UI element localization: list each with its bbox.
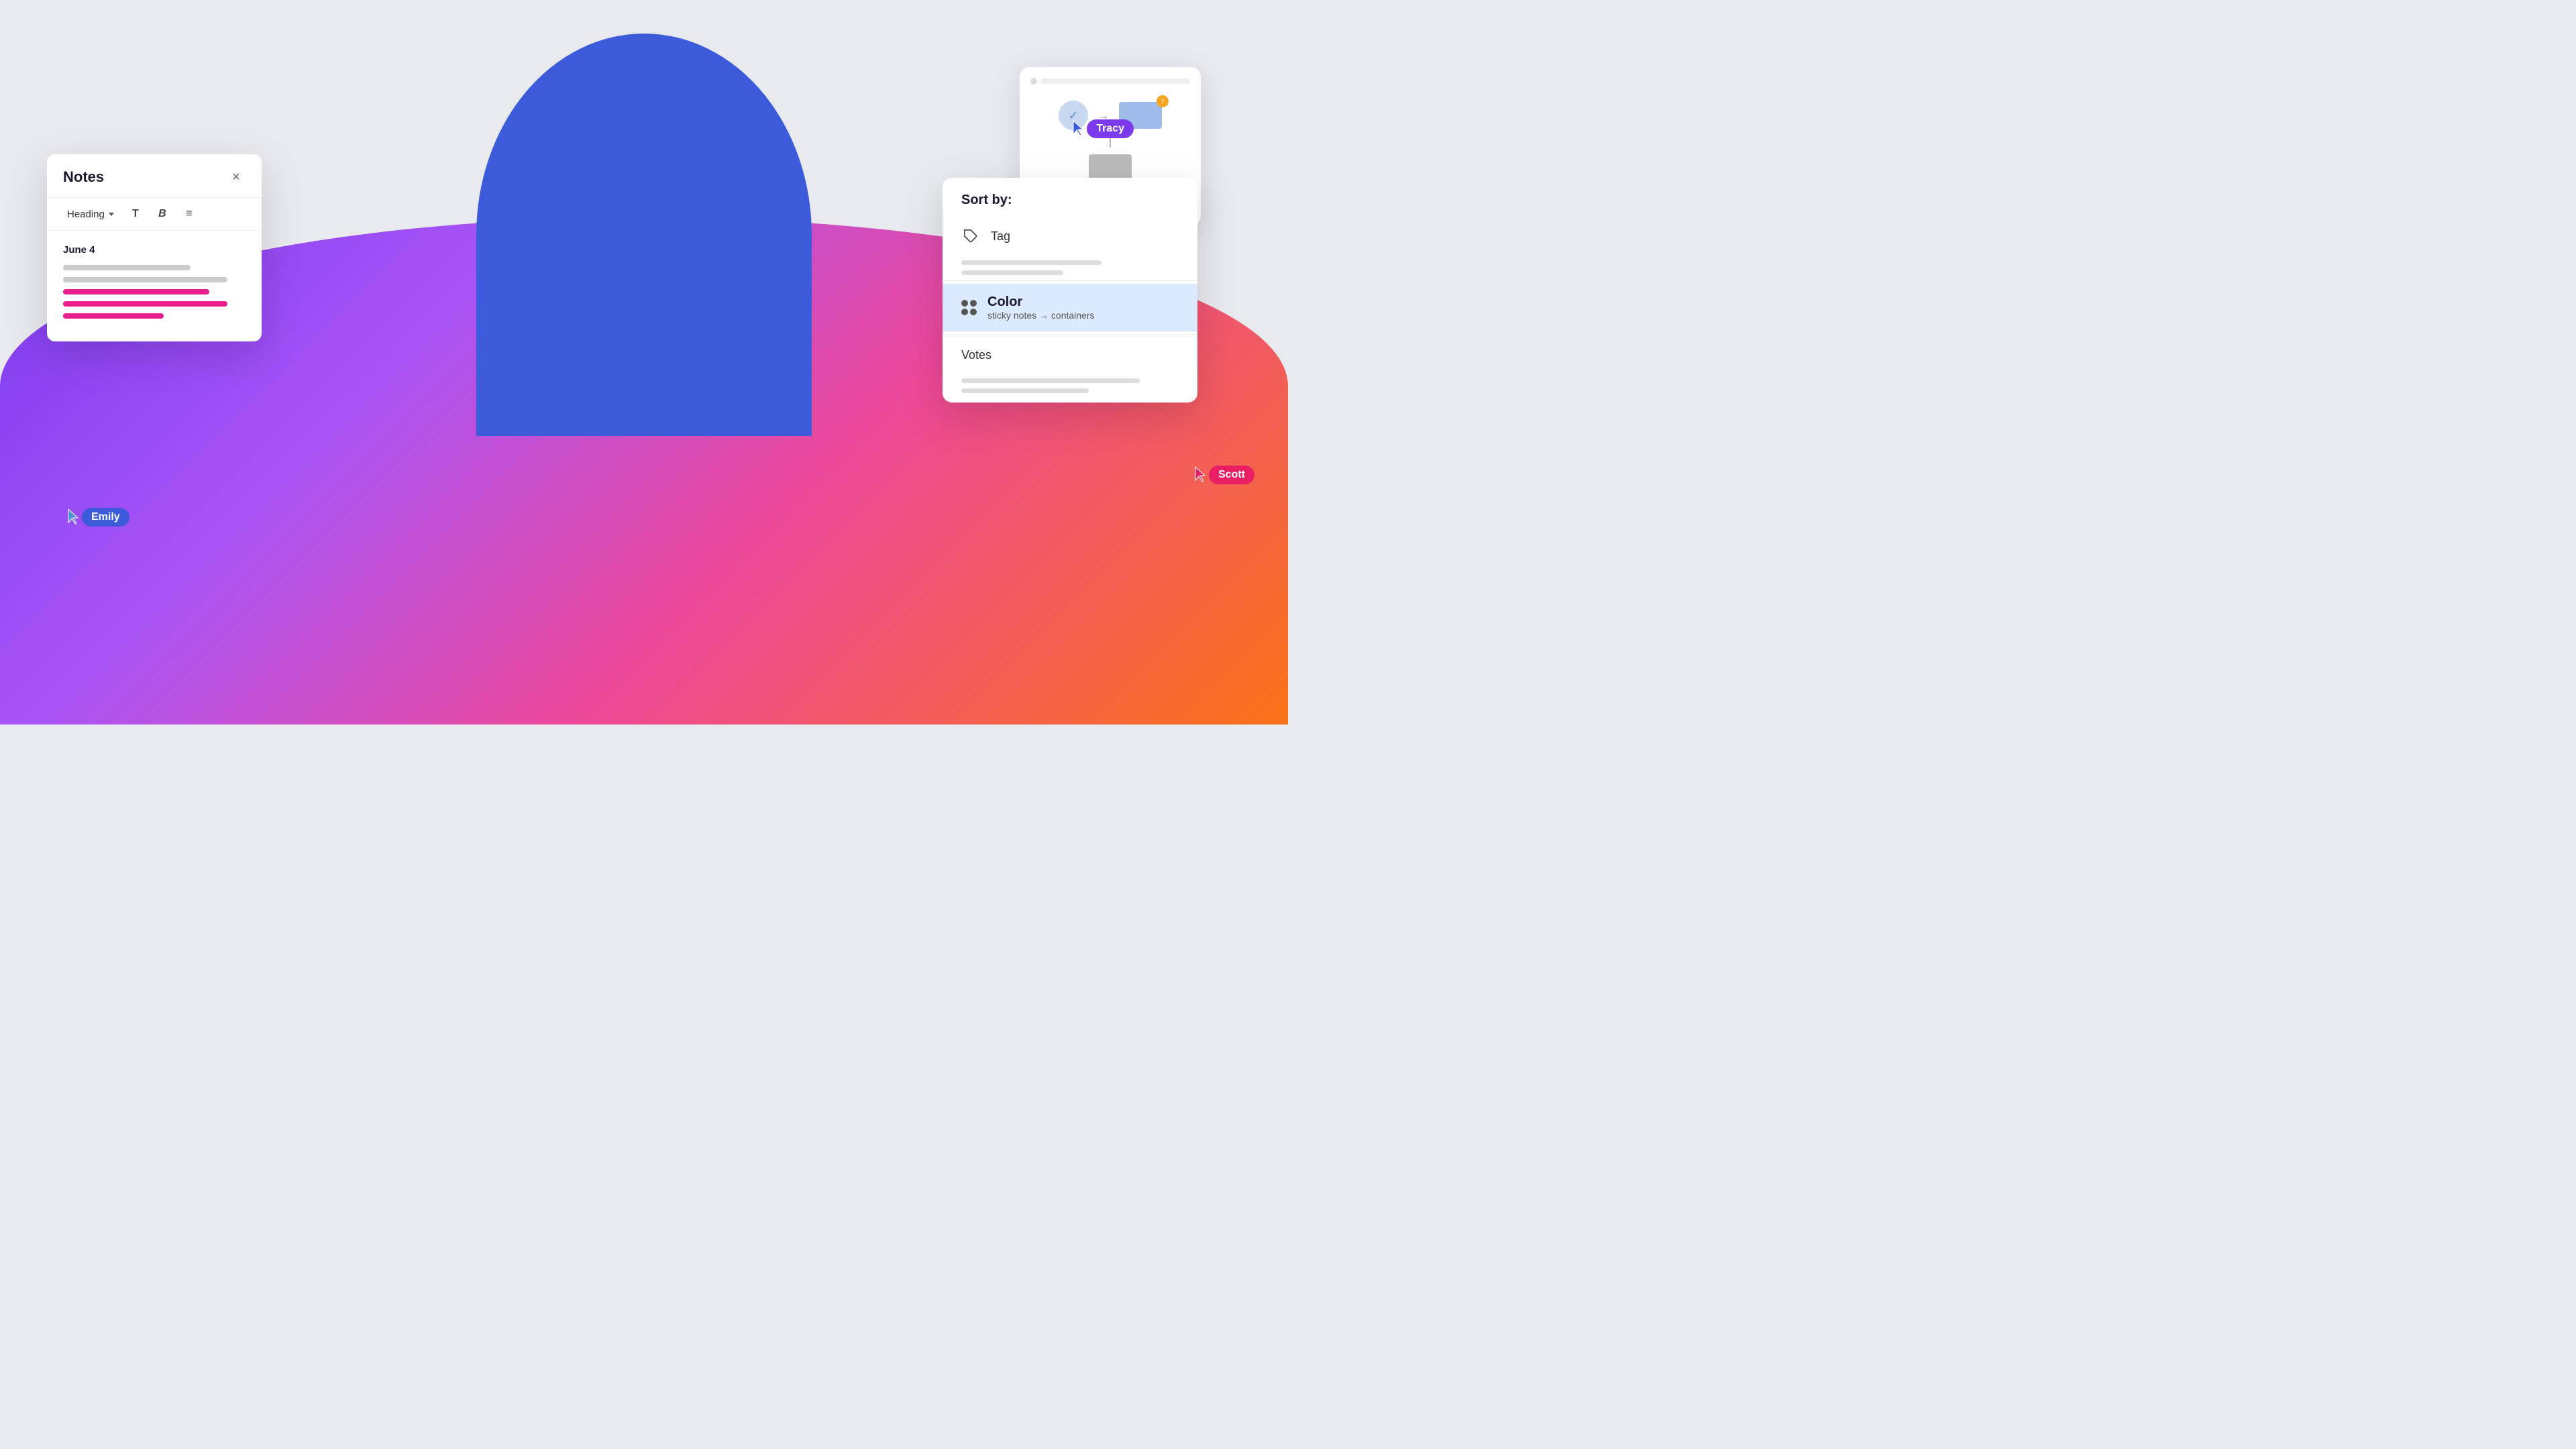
diagram-rect2 — [1089, 154, 1132, 181]
tracy-label: Tracy — [1087, 119, 1134, 138]
heading-dropdown[interactable]: Heading — [63, 206, 118, 223]
bold-button[interactable]: B — [153, 205, 172, 223]
scott-cursor-container: Scott — [1194, 466, 1254, 484]
votes-label: Votes — [961, 348, 991, 362]
text-style-button[interactable]: T — [126, 205, 145, 223]
sort-sub-line-1 — [961, 260, 1102, 265]
notes-date: June 4 — [63, 244, 246, 256]
notes-title: Notes — [63, 168, 104, 186]
pink-line-2 — [63, 301, 227, 307]
sort-votes-line-1 — [961, 378, 1140, 383]
pink-line-3 — [63, 313, 164, 319]
sort-panel: Sort by: Tag Color sticky notes → contai… — [943, 178, 1197, 402]
scott-label: Scott — [1209, 466, 1254, 484]
diagram-bar — [1041, 78, 1190, 84]
notes-body: June 4 — [47, 231, 262, 341]
sort-item-tag[interactable]: Tag — [943, 217, 1197, 255]
sort-divider-1 — [943, 280, 1197, 281]
close-button[interactable]: × — [227, 168, 246, 186]
chevron-down-icon — [109, 213, 114, 216]
sort-item-votes[interactable]: Votes — [943, 337, 1197, 373]
notes-header: Notes × — [47, 154, 262, 198]
emily-label: Emily — [82, 508, 129, 527]
pink-line-1 — [63, 289, 209, 294]
list-button[interactable]: ≡ — [180, 205, 199, 223]
color-main-label: Color — [987, 294, 1095, 310]
diagram-arrow-down — [1110, 137, 1111, 148]
tag-label: Tag — [991, 229, 1010, 244]
color-icon — [961, 300, 977, 315]
color-sub-label: sticky notes → containers — [987, 310, 1095, 321]
notes-panel: Notes × Heading T B ≡ June 4 — [47, 154, 262, 341]
text-line-2 — [63, 277, 227, 282]
sort-header: Sort by: — [943, 178, 1197, 217]
warning-icon: ! — [1157, 95, 1169, 107]
background-circle — [476, 34, 812, 436]
sort-sub-line-2 — [961, 270, 1063, 275]
sort-divider-2 — [943, 334, 1197, 335]
diagram-dot — [1030, 78, 1037, 85]
emily-cursor-container: Emily — [67, 508, 129, 527]
emily-cursor-arrow — [67, 508, 79, 525]
notes-toolbar: Heading T B ≡ — [47, 198, 262, 231]
text-line-1 — [63, 265, 191, 270]
tracy-cursor-arrow — [1072, 119, 1084, 137]
sort-item-color[interactable]: Color sticky notes → containers — [943, 284, 1197, 331]
scott-cursor-arrow — [1194, 466, 1206, 483]
diagram-topbar — [1030, 78, 1190, 85]
color-label-group: Color sticky notes → containers — [987, 294, 1095, 321]
sort-votes-line-2 — [961, 388, 1089, 393]
heading-label: Heading — [67, 209, 105, 220]
tag-icon — [961, 227, 980, 246]
tracy-cursor-container: Tracy — [1072, 119, 1134, 138]
